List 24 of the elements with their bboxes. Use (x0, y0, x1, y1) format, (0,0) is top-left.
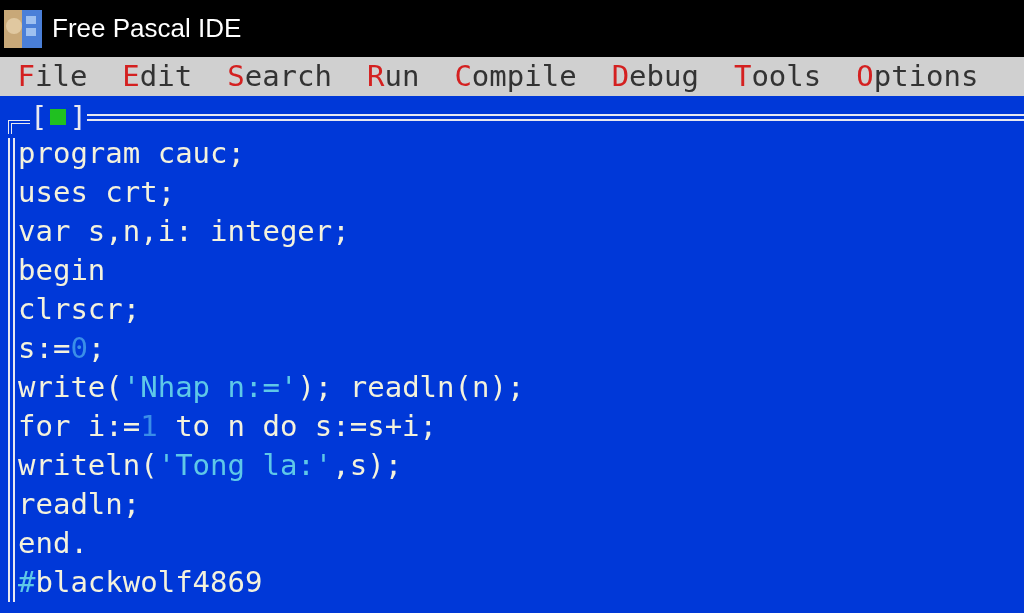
menu-item[interactable]: Edit (122, 57, 228, 96)
code-line: write('Nhap n:='); readln(n); (18, 369, 525, 406)
code-line: #blackwolf4869 (18, 564, 264, 601)
close-box[interactable]: [ ] (30, 102, 87, 132)
frame-corner (8, 120, 30, 134)
code-line: end. (18, 525, 89, 562)
code-line: writeln('Tong la:',s); (18, 447, 404, 484)
code-line: begin (18, 252, 107, 289)
code-line: for i:=1 to n do s:=s+i; (18, 408, 439, 445)
menu-item[interactable]: File (17, 57, 123, 96)
menu-item[interactable]: Debug (611, 57, 734, 96)
code-line: program cauc; (18, 135, 246, 172)
menu-item[interactable]: Compile (454, 57, 612, 96)
code-line: readln; (18, 486, 142, 523)
code-line: var s,n,i: integer; (18, 213, 351, 250)
window-title: Free Pascal IDE (52, 13, 242, 44)
menu-item[interactable]: Search (227, 57, 367, 96)
menu-item[interactable]: Tools (733, 57, 857, 96)
code-line: uses crt; (18, 174, 177, 211)
app-icon (4, 9, 42, 48)
code-line: clrscr; (18, 291, 142, 328)
menu-item[interactable]: Options (856, 57, 1014, 96)
menu-item[interactable]: Run (367, 57, 455, 96)
code-line: s:=0; (18, 330, 107, 367)
